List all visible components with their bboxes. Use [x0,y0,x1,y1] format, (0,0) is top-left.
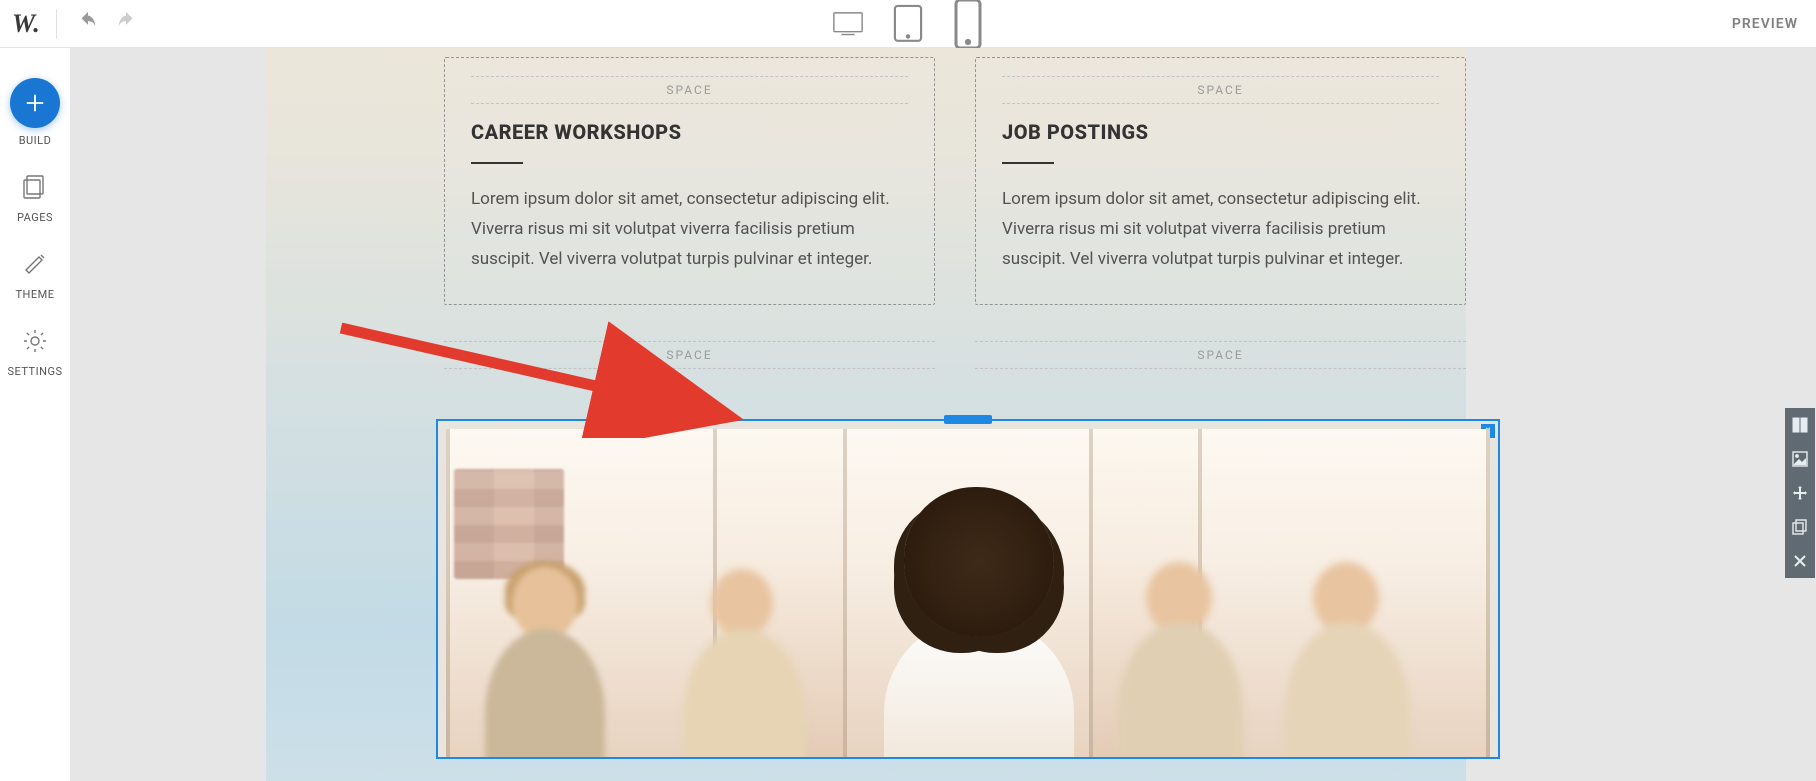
undo-icon[interactable] [77,11,99,37]
preview-button[interactable]: PREVIEW [1732,16,1804,32]
device-mobile-icon[interactable] [952,11,984,37]
card-job-postings[interactable]: SPACE JOB POSTINGS Lorem ipsum dolor sit… [975,57,1466,305]
space-placeholder[interactable]: SPACE [471,76,908,104]
sidebar-theme-label: THEME [15,288,54,301]
sidebar-pages[interactable]: PAGES [17,173,53,224]
section-image[interactable] [446,429,1490,757]
card-title[interactable]: CAREER WORKSHOPS [471,120,908,144]
canvas[interactable]: SPACE CAREER WORKSHOPS Lorem ipsum dolor… [71,48,1816,781]
card-career-workshops[interactable]: SPACE CAREER WORKSHOPS Lorem ipsum dolor… [444,57,935,305]
sidebar-settings[interactable]: SETTINGS [8,327,63,378]
sidebar: BUILD PAGES THEME SETTINGS [0,48,71,781]
sidebar-theme[interactable]: THEME [15,250,54,301]
space-placeholder[interactable]: SPACE [444,341,935,369]
layout-icon[interactable] [1785,408,1815,442]
resize-handle-top[interactable] [944,415,992,424]
redo-icon[interactable] [115,11,137,37]
lower-area: BUILD PAGES THEME SETTINGS SPACE [0,48,1816,781]
photo-placeholder [446,429,1490,757]
card-divider [471,162,523,164]
card-text[interactable]: Lorem ipsum dolor sit amet, consectetur … [471,184,908,274]
topbar: W. PREVIEW [0,0,1816,48]
sidebar-build[interactable]: BUILD [10,78,60,147]
device-desktop-icon[interactable] [832,11,864,37]
element-toolbar [1785,408,1815,578]
topbar-left: W. [12,9,137,39]
undo-redo-group [77,11,137,37]
copy-icon[interactable] [1785,510,1815,544]
card-title[interactable]: JOB POSTINGS [1002,120,1439,144]
pages-icon [21,173,49,205]
logo[interactable]: W. [12,9,57,39]
card-text[interactable]: Lorem ipsum dolor sit amet, consectetur … [1002,184,1439,274]
delete-icon[interactable] [1785,544,1815,578]
image-icon[interactable] [1785,442,1815,476]
selected-section[interactable]: × [436,419,1500,759]
device-tablet-icon[interactable] [892,11,924,37]
card-divider [1002,162,1054,164]
space-placeholder[interactable]: SPACE [1002,76,1439,104]
theme-icon [21,250,49,282]
page-background: SPACE CAREER WORKSHOPS Lorem ipsum dolor… [266,48,1466,781]
sidebar-pages-label: PAGES [17,211,53,224]
space-placeholder[interactable]: SPACE [975,341,1466,369]
add-icon[interactable] [10,78,60,128]
move-icon[interactable] [1785,476,1815,510]
device-switcher [832,11,984,37]
space-row: SPACE SPACE [444,341,1466,369]
cards-row: SPACE CAREER WORKSHOPS Lorem ipsum dolor… [444,57,1466,305]
settings-icon [21,327,49,359]
sidebar-build-label: BUILD [19,134,52,147]
sidebar-settings-label: SETTINGS [8,365,63,378]
